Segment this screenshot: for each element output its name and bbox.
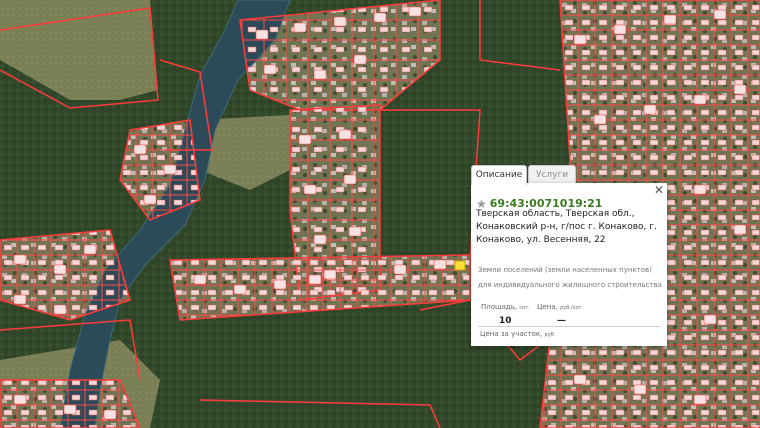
plot-number-label[interactable] bbox=[293, 22, 307, 33]
plot-number-label[interactable] bbox=[693, 394, 707, 405]
plot-number-label[interactable] bbox=[733, 224, 747, 235]
area-label-group: Площадь, сот. bbox=[481, 303, 530, 311]
plot-number-label[interactable] bbox=[323, 269, 337, 280]
plot-price-value: — bbox=[509, 343, 518, 353]
plot-number-label[interactable] bbox=[373, 12, 387, 23]
price-value: — bbox=[557, 316, 566, 326]
plot-number-label[interactable] bbox=[663, 14, 677, 25]
plot-number-label[interactable] bbox=[13, 294, 27, 305]
plot-number-label[interactable] bbox=[13, 394, 27, 405]
plot-number-label[interactable] bbox=[343, 174, 357, 185]
close-icon[interactable]: ✕ bbox=[654, 184, 664, 196]
selected-plot-marker[interactable] bbox=[454, 260, 466, 271]
plot-number-label[interactable] bbox=[308, 274, 322, 285]
plot-number-label[interactable] bbox=[353, 54, 367, 65]
cadastral-row: ★ 69:43:0071019:21 bbox=[476, 192, 602, 211]
plot-number-label[interactable] bbox=[63, 404, 77, 415]
plot-number-label[interactable] bbox=[298, 134, 312, 145]
plot-number-label[interactable] bbox=[613, 24, 627, 35]
plot-number-label[interactable] bbox=[53, 304, 67, 315]
tab-description[interactable]: Описание bbox=[471, 165, 527, 185]
plot-number-label[interactable] bbox=[573, 374, 587, 385]
plot-number-label[interactable] bbox=[143, 194, 157, 205]
plot-number-label[interactable] bbox=[703, 314, 717, 325]
divider bbox=[478, 326, 661, 327]
plot-number-label[interactable] bbox=[633, 384, 647, 395]
plot-number-label[interactable] bbox=[263, 64, 277, 75]
plot-number-label[interactable] bbox=[593, 114, 607, 125]
plot-number-label[interactable] bbox=[348, 226, 362, 237]
plot-number-label[interactable] bbox=[733, 84, 747, 95]
plot-number-label[interactable] bbox=[233, 284, 247, 295]
plot-price-label: Цена за участок, bbox=[480, 330, 543, 338]
area-label: Площадь, bbox=[481, 303, 518, 311]
plot-number-label[interactable] bbox=[53, 264, 67, 275]
plot-number-label[interactable] bbox=[103, 409, 117, 420]
tab-services[interactable]: Услуги bbox=[528, 165, 576, 184]
plot-number-label[interactable] bbox=[13, 254, 27, 265]
plot-number-label[interactable] bbox=[255, 29, 269, 40]
plot-number-label[interactable] bbox=[338, 129, 352, 140]
price-label-group: Цена, руб./сот. bbox=[537, 303, 583, 311]
plot-number-label[interactable] bbox=[163, 164, 177, 175]
plot-number-label[interactable] bbox=[433, 259, 447, 270]
plot-number-label[interactable] bbox=[643, 104, 657, 115]
plot-price-label-group: Цена за участок, руб. bbox=[480, 330, 555, 338]
popup-tabs: Описание Услуги bbox=[471, 165, 667, 185]
plot-info-popup: Описание Услуги ✕ ★ 69:43:0071019:21 Твер… bbox=[471, 165, 667, 353]
plot-info-card: ✕ ★ 69:43:0071019:21 Тверская область, Тв… bbox=[471, 183, 667, 353]
plot-number-label[interactable] bbox=[693, 94, 707, 105]
area-value: 10 bbox=[499, 316, 512, 326]
plot-number-label[interactable] bbox=[313, 234, 327, 245]
plot-number-label[interactable] bbox=[393, 264, 407, 275]
price-unit: руб./сот. bbox=[560, 305, 583, 311]
plot-number-label[interactable] bbox=[313, 69, 327, 80]
land-category: Земли поселений (земли населенных пункто… bbox=[478, 266, 652, 274]
plot-number-label[interactable] bbox=[713, 9, 727, 20]
plot-number-label[interactable] bbox=[333, 16, 347, 27]
plot-number-label[interactable] bbox=[273, 279, 287, 290]
plot-number-label[interactable] bbox=[408, 6, 422, 17]
plot-price-unit: руб. bbox=[544, 332, 556, 338]
plot-number-label[interactable] bbox=[693, 184, 707, 195]
plot-number-label[interactable] bbox=[83, 244, 97, 255]
price-label: Цена, bbox=[537, 303, 558, 311]
plot-number-label[interactable] bbox=[133, 144, 147, 155]
plot-address: Тверская область, Тверская обл., Конаков… bbox=[476, 209, 657, 245]
plot-number-label[interactable] bbox=[303, 184, 317, 195]
plot-number-label[interactable] bbox=[193, 274, 207, 285]
area-unit: сот. bbox=[519, 305, 530, 311]
permitted-use: для индивидуального жилищного строительс… bbox=[478, 281, 662, 289]
plot-number-label[interactable] bbox=[573, 34, 587, 45]
